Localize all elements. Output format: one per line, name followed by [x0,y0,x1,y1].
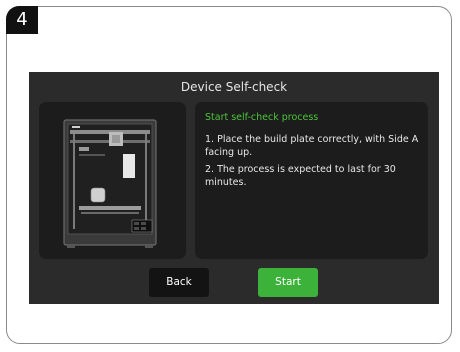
device-screen: Device Self-check Start self-check proce… [29,72,439,304]
screen-title: Device Self-check [180,80,288,94]
printer-image [63,119,157,248]
start-button[interactable]: Start [258,268,318,297]
step-number-badge: 4 [6,6,38,34]
printer-image-panel [39,102,186,259]
back-button[interactable]: Back [149,268,209,297]
instruction-step-2: 2. The process is expected to last for 3… [205,164,396,188]
instruction-panel: Start self-check process 1. Place the bu… [195,102,428,259]
instruction-step-1: 1. Place the build plate correctly, with… [205,134,419,158]
self-check-heading: Start self-check process [205,112,319,123]
